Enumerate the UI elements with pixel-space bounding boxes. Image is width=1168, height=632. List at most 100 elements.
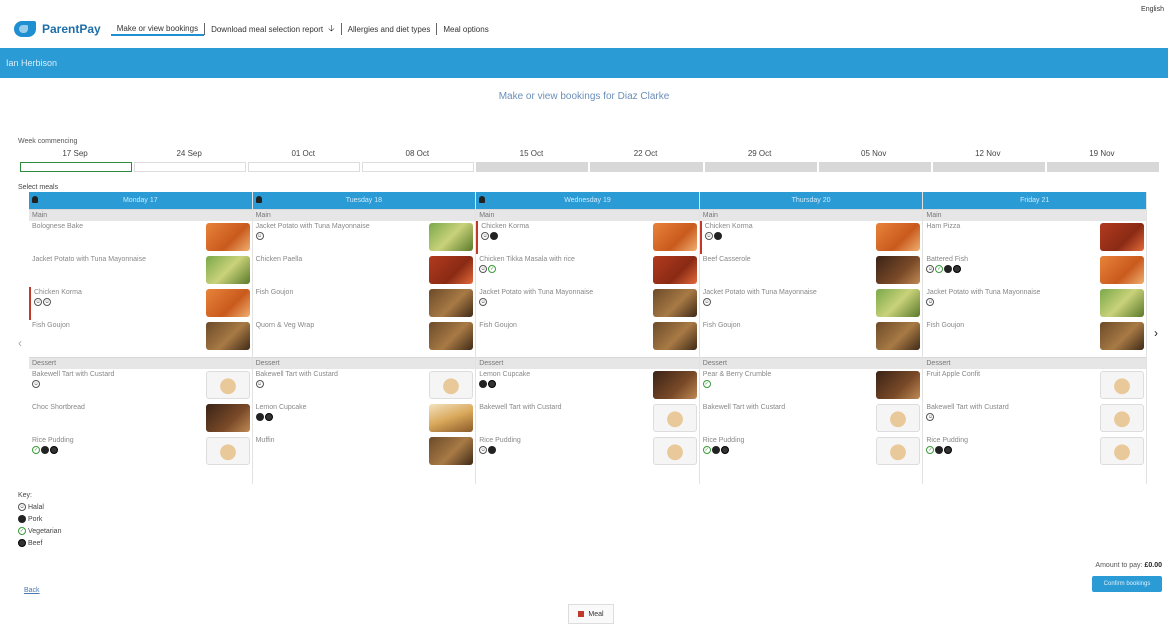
meal-option[interactable]: Fish Goujon [700, 320, 923, 353]
halal-icon: ☺ [704, 232, 713, 240]
meal-photo [876, 289, 921, 317]
week-tab-label: 17 Sep [62, 149, 88, 158]
meal-name: Lemon Cupcake [255, 404, 307, 411]
meal-diet-badges: ☺ [926, 413, 1096, 421]
week-tab[interactable]: 12 Nov [931, 146, 1045, 172]
meal-option[interactable]: Quorn & Veg Wrap [253, 320, 476, 353]
meal-option[interactable]: Bolognese Bake [29, 221, 252, 254]
meal-option[interactable]: Rice Pudding ✓ [923, 435, 1146, 468]
meal-option[interactable]: Fish Goujon [476, 320, 699, 353]
main-section-header: Main [923, 209, 1146, 221]
meal-option[interactable]: Chicken Paella [253, 254, 476, 287]
meal-option[interactable]: Muffin [253, 435, 476, 468]
nav-meal-options[interactable]: Meal options [437, 22, 494, 36]
veg-icon: ✓ [702, 446, 711, 454]
meal-option[interactable]: Choc Shortbread [29, 402, 252, 435]
halal-icon: ☺ [43, 298, 51, 306]
week-tab-bar [818, 162, 931, 172]
meal-photo [205, 289, 250, 317]
week-tab[interactable]: 01 Oct [246, 146, 361, 172]
key-item-veg: ✓ Vegetarian [18, 527, 61, 535]
meal-option[interactable]: Bakewell Tart with Custard ☺ [29, 369, 252, 402]
meal-name: Chicken Korma [704, 223, 753, 230]
nav-download-meal-report[interactable]: Download meal selection report 🡣 [205, 22, 341, 36]
dessert-section-header: Dessert [252, 357, 476, 369]
meal-option[interactable]: Rice Pudding ✓ [29, 435, 252, 468]
meal-option[interactable]: Battered Fish ☺ ✓ [923, 254, 1146, 287]
amount-label: Amount to pay: [1095, 562, 1143, 569]
meal-name: Bakewell Tart with Custard [255, 371, 338, 378]
meal-option[interactable]: Fish Goujon [29, 320, 252, 353]
meal-name: Chicken Korma [481, 223, 530, 230]
meal-diet-badges: ☺ [702, 298, 873, 306]
main-section-header: Main [699, 209, 923, 221]
confirm-bookings-button[interactable]: Confirm bookings [1092, 576, 1162, 592]
week-tab-bar [932, 162, 1045, 172]
meal-option[interactable]: Fish Goujon [253, 287, 476, 320]
meal-option[interactable]: Beef Casserole [700, 254, 923, 287]
week-tab[interactable]: 29 Oct [703, 146, 817, 172]
meal-legend: Meal [568, 604, 614, 624]
meal-option[interactable]: Jacket Potato with Tuna Mayonnaise ☺ [253, 221, 476, 254]
week-tab-label: 01 Oct [291, 149, 316, 158]
meal-option[interactable]: Bakewell Tart with Custard ☺ [923, 402, 1146, 435]
veg-icon: ✓ [702, 380, 711, 388]
day-header-label: Friday 21 [1020, 197, 1050, 204]
day-column: Tuesday 18 Main Jacket Potato with Tuna Ma… [252, 192, 477, 484]
meal-option[interactable]: Bakewell Tart with Custard [476, 402, 699, 435]
week-tab[interactable]: 17 Sep [18, 146, 133, 172]
meal-option[interactable]: Chicken Korma ☺ ☺ [29, 287, 252, 320]
meal-diet-badges: ☺ [255, 232, 426, 240]
meal-option[interactable]: Pear & Berry Crumble ✓ [700, 369, 923, 402]
week-tab[interactable]: 19 Nov [1045, 146, 1159, 172]
meal-option[interactable]: Ham Pizza [923, 221, 1146, 254]
week-tab[interactable]: 22 Oct [588, 146, 703, 172]
meal-option[interactable]: Jacket Potato with Tuna Mayonnaise [29, 254, 252, 287]
back-link[interactable]: Back [24, 587, 40, 594]
next-week-arrow-icon[interactable]: › [1154, 326, 1158, 340]
meal-option[interactable]: Chicken Korma ☺ [476, 221, 699, 254]
halal-icon: ☺ [479, 446, 488, 454]
meal-option[interactable]: Bakewell Tart with Custard [700, 402, 923, 435]
week-tab[interactable]: 08 Oct [360, 146, 475, 172]
parentpay-logo[interactable]: ParentPay [14, 21, 101, 37]
meal-name: Bakewell Tart with Custard [926, 404, 1009, 411]
week-tab-bar [134, 162, 247, 172]
previous-week-arrow-icon[interactable]: ‹ [18, 336, 22, 350]
week-commencing-label: Week commencing [18, 138, 78, 145]
week-tab-bar [590, 162, 703, 172]
nav-make-or-view-bookings[interactable]: Make or view bookings [110, 22, 205, 36]
meal-option[interactable]: Fruit Apple Confit [923, 369, 1146, 402]
meal-diet-badges: ✓ [702, 380, 873, 388]
meal-option[interactable]: Rice Pudding ☺ [476, 435, 699, 468]
meal-photo [429, 223, 474, 251]
pork-icon [713, 232, 722, 240]
meal-option[interactable]: Fish Goujon [923, 320, 1146, 353]
week-tab[interactable]: 05 Nov [817, 146, 931, 172]
meal-option[interactable]: Rice Pudding ✓ [700, 435, 923, 468]
meal-option[interactable]: Jacket Potato with Tuna Mayonnaise ☺ [923, 287, 1146, 320]
pork-icon [488, 446, 497, 454]
week-tab-bar [1046, 162, 1159, 172]
dessert-section-header: Dessert [699, 357, 923, 369]
meal-option[interactable]: Chicken Korma ☺ [699, 221, 923, 254]
key-item-label: Pork [28, 515, 43, 523]
week-tab[interactable]: 15 Oct [474, 146, 589, 172]
meal-photo [1099, 289, 1144, 317]
meal-name: Fish Goujon [32, 322, 70, 329]
meal-option[interactable]: Bakewell Tart with Custard ☺ [253, 369, 476, 402]
meal-option[interactable]: Lemon Cupcake [253, 402, 476, 435]
meal-option[interactable]: Chicken Tikka Masala with rice ☺ ✓ [476, 254, 699, 287]
halal-icon: ☺ [702, 298, 711, 306]
meal-option[interactable]: Jacket Potato with Tuna Mayonnaise ☺ [476, 287, 699, 320]
meal-photo [652, 437, 697, 465]
meal-option[interactable]: Lemon Cupcake [476, 369, 699, 402]
week-tab-bar [20, 162, 133, 172]
meal-option[interactable]: Jacket Potato with Tuna Mayonnaise ☺ [700, 287, 923, 320]
meal-name: Pear & Berry Crumble [702, 371, 772, 378]
week-tab[interactable]: 24 Sep [132, 146, 247, 172]
nav-allergies-diet-types[interactable]: Allergies and diet types [342, 22, 437, 36]
day-header-label: Monday 17 [122, 197, 158, 204]
meal-photo [1099, 371, 1144, 399]
language-selector[interactable]: English [1141, 6, 1164, 13]
